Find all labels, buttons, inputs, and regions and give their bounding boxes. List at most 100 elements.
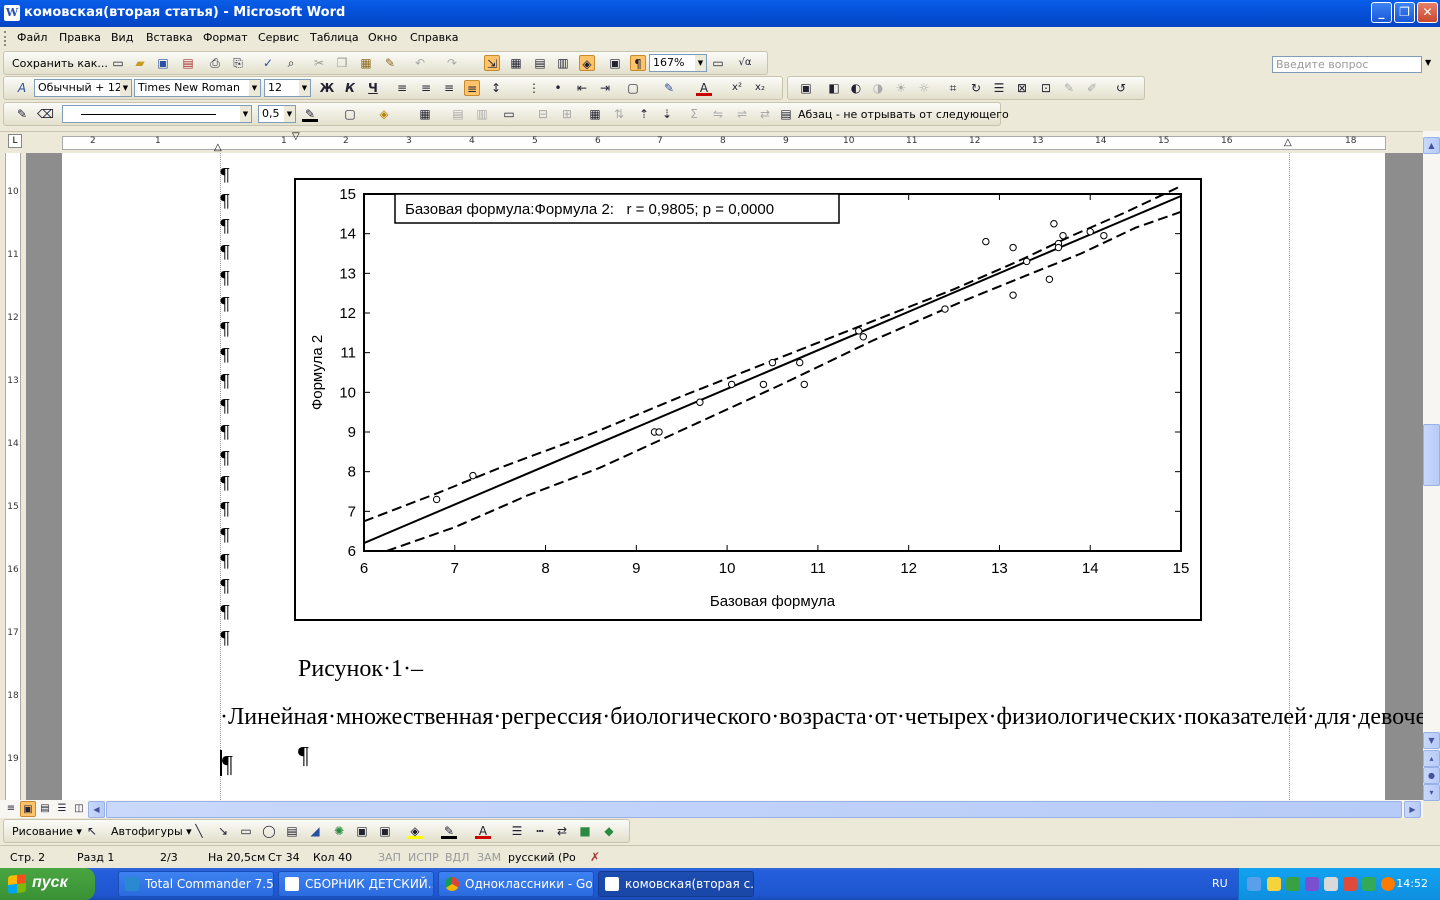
style-dropdown-icon[interactable]: ▼ <box>120 80 131 96</box>
rotate-icon[interactable]: ↻ <box>968 80 984 96</box>
status-rec[interactable]: ЗАП <box>378 851 401 864</box>
hscroll-thumb[interactable] <box>106 801 1402 818</box>
minimize-button[interactable]: _ <box>1371 2 1392 23</box>
line-style-dropdown-icon[interactable]: ▼ <box>240 106 251 122</box>
rectangle-tool-icon[interactable]: ▭ <box>238 823 254 839</box>
start-button[interactable]: пуск <box>0 868 95 900</box>
paragraph-style-icon[interactable]: ▤ <box>778 106 794 122</box>
more-contrast-icon[interactable]: ◐ <box>848 80 864 96</box>
textbox-tool-icon[interactable]: ▤ <box>284 823 300 839</box>
scroll-thumb[interactable] <box>1423 424 1440 486</box>
bullets-icon[interactable]: • <box>550 80 566 96</box>
table-props-2-icon[interactable]: ⇌ <box>734 106 750 122</box>
font-color-icon[interactable]: A <box>696 80 712 96</box>
help-search-input[interactable]: Введите вопрос <box>1272 56 1422 73</box>
insert-picture-icon[interactable]: ▣ <box>798 80 814 96</box>
task-total-commander[interactable]: Total Commander 7.5... <box>118 871 274 897</box>
justify-icon[interactable]: ≡ <box>464 80 480 96</box>
spelling-icon[interactable]: ✓ <box>260 55 276 71</box>
dash-style-icon[interactable]: ┅ <box>532 823 548 839</box>
distribute-rows-icon[interactable]: ⊟ <box>535 106 551 122</box>
clipart-icon[interactable]: ▣ <box>354 823 370 839</box>
task-komovskaya[interactable]: комовская(вторая с... <box>598 871 754 897</box>
subscript-icon[interactable]: x₂ <box>752 80 768 96</box>
autoformat-icon[interactable]: ▦ <box>587 106 603 122</box>
menu-grip[interactable] <box>4 31 7 46</box>
permission-icon[interactable]: ▤ <box>180 55 196 71</box>
redo-icon[interactable]: ↷ <box>444 55 460 71</box>
next-page-icon[interactable]: ▾ <box>1423 784 1440 801</box>
status-ovr[interactable]: ЗАМ <box>477 851 501 864</box>
status-trk[interactable]: ИСПР <box>408 851 439 864</box>
fill-color-icon[interactable]: ◈ <box>407 823 423 839</box>
size-dropdown-icon[interactable]: ▼ <box>299 80 310 96</box>
oval-tool-icon[interactable]: ◯ <box>261 823 277 839</box>
table-props-1-icon[interactable]: ⇋ <box>710 106 726 122</box>
new-document-icon[interactable]: ▭ <box>110 55 126 71</box>
draw-table-icon[interactable]: ✎ <box>14 106 30 122</box>
paragraph-style-label[interactable]: Абзац - не отрывать от следующего <box>798 108 1009 121</box>
spelling-status-icon[interactable]: ✗ <box>587 849 603 865</box>
tray-heart-icon[interactable] <box>1267 877 1281 891</box>
outline-view-icon[interactable]: ☰ <box>54 801 70 817</box>
document-map-icon[interactable]: ▣ <box>607 55 623 71</box>
font-select[interactable]: Times New Roman ▼ <box>134 79 261 97</box>
arrow-style-icon[interactable]: ⇄ <box>554 823 570 839</box>
antivirus-icon[interactable] <box>1343 877 1357 891</box>
menu-file[interactable]: Файл <box>17 31 47 44</box>
hyperlink-icon[interactable]: ⇲ <box>484 55 500 71</box>
first-line-indent-marker[interactable]: ▽ <box>292 131 300 142</box>
zoom-dropdown-icon[interactable]: ▼ <box>695 55 706 71</box>
align-right-icon[interactable]: ≡ <box>441 80 457 96</box>
vertical-scrollbar[interactable]: ▲ ▼ ▴ ● ▾ <box>1423 131 1440 801</box>
prev-page-icon[interactable]: ▴ <box>1423 750 1440 767</box>
line-tool-icon[interactable]: ╲ <box>191 823 207 839</box>
network-icon[interactable] <box>1247 877 1261 891</box>
line-spacing-icon[interactable]: ↕ <box>488 80 504 96</box>
save-icon[interactable]: ▣ <box>155 55 171 71</box>
figure-caption[interactable]: Рисунок·1·–·Линейная·множественная·регре… <box>220 645 1423 789</box>
reset-picture-icon[interactable]: ↺ <box>1113 80 1129 96</box>
borders-icon[interactable]: ▢ <box>625 80 641 96</box>
align-center-icon[interactable]: ≡ <box>418 80 434 96</box>
text-direction-icon[interactable]: ⇅ <box>611 106 627 122</box>
menu-insert[interactable]: Вставка <box>146 31 193 44</box>
format-painter-icon[interactable]: ✎ <box>382 55 398 71</box>
sort-ascending-icon[interactable]: ⇡ <box>636 106 652 122</box>
browse-object-icon[interactable]: ● <box>1423 767 1440 784</box>
word-app-icon[interactable]: W <box>4 5 20 21</box>
task-odnoklassniki[interactable]: Одноклассники - Go... <box>438 871 594 897</box>
tables-borders-icon[interactable]: ▦ <box>508 55 524 71</box>
autosum-icon[interactable]: Σ <box>686 106 702 122</box>
drawing-icon[interactable]: ◈ <box>579 55 595 71</box>
insert-image-icon[interactable]: ▣ <box>377 823 393 839</box>
eraser-icon[interactable]: ⌫ <box>37 106 54 122</box>
menu-tools[interactable]: Сервис <box>258 31 299 44</box>
maximize-button[interactable]: ❐ <box>1394 2 1415 23</box>
split-cells-icon[interactable]: ▥ <box>474 106 490 122</box>
arrow-tool-icon[interactable]: ↘ <box>215 823 231 839</box>
insert-table-icon[interactable]: ▤ <box>532 55 548 71</box>
font-size-select[interactable]: 12 ▼ <box>264 79 311 97</box>
font-dropdown-icon[interactable]: ▼ <box>249 80 260 96</box>
line-style-tool-icon[interactable]: ☰ <box>509 823 525 839</box>
cut-icon[interactable]: ✂ <box>311 55 327 71</box>
zoom-select[interactable]: 167% ▼ <box>649 54 707 72</box>
columns-icon[interactable]: ▥ <box>555 55 571 71</box>
tray-device-icon[interactable] <box>1305 877 1319 891</box>
copy-icon[interactable]: ❐ <box>334 55 350 71</box>
menu-help[interactable]: Справка <box>410 31 458 44</box>
menu-edit[interactable]: Правка <box>59 31 101 44</box>
crop-icon[interactable]: ⌗ <box>945 80 961 96</box>
menu-window[interactable]: Окно <box>368 31 397 44</box>
open-icon[interactable]: ▰ <box>132 55 148 71</box>
insert-table-2-icon[interactable]: ▦ <box>417 106 433 122</box>
menu-view[interactable]: Вид <box>111 31 133 44</box>
numbering-icon[interactable]: ⋮ <box>526 80 542 96</box>
styles-pane-icon[interactable]: A <box>14 80 30 96</box>
draw-font-color-icon[interactable]: A <box>475 823 491 839</box>
status-ext[interactable]: ВДЛ <box>445 851 469 864</box>
line-weight-dropdown-icon[interactable]: ▼ <box>284 106 295 122</box>
language-indicator[interactable]: RU <box>1212 877 1228 890</box>
print-icon[interactable]: ⎘ <box>230 55 246 71</box>
